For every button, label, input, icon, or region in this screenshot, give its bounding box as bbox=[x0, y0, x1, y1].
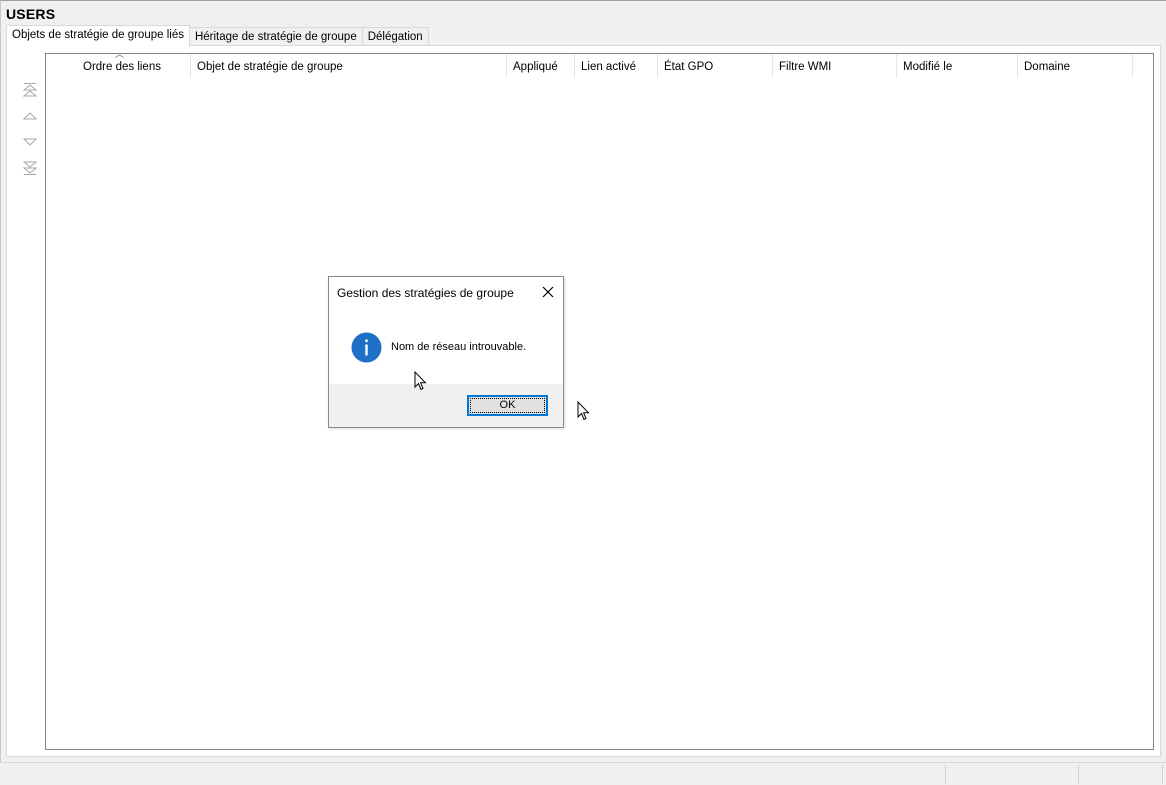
move-down-button[interactable] bbox=[21, 130, 39, 156]
column-header-enforced[interactable]: Appliqué bbox=[507, 54, 575, 78]
dialog-message: Nom de réseau introuvable. bbox=[391, 341, 527, 353]
move-to-bottom-button[interactable] bbox=[21, 156, 39, 182]
dialog-footer: OK bbox=[329, 384, 563, 427]
dialog-title: Gestion des stratégies de groupe bbox=[337, 286, 514, 300]
ok-button[interactable]: OK bbox=[467, 395, 548, 416]
container-title: USERS bbox=[6, 6, 56, 22]
move-to-top-icon bbox=[22, 82, 38, 101]
focus-rect bbox=[470, 398, 545, 413]
list-header: ︿ Ordre des liens Objet de stratégie de … bbox=[46, 49, 1153, 78]
linked-gpo-list[interactable]: ︿ Ordre des liens Objet de stratégie de … bbox=[45, 49, 1154, 750]
tab-linked-gpos[interactable]: Objets de stratégie de groupe liés bbox=[6, 25, 190, 47]
close-icon[interactable] bbox=[541, 285, 555, 299]
column-header-modified[interactable]: Modifié le bbox=[897, 54, 1018, 78]
move-down-icon bbox=[22, 136, 38, 150]
column-header-gpo-status[interactable]: État GPO bbox=[658, 54, 773, 78]
gpo-links-window: USERS Objets de stratégie de groupe liés… bbox=[0, 0, 1166, 762]
move-up-icon bbox=[22, 110, 38, 124]
error-dialog: Gestion des stratégies de groupe Nom de … bbox=[328, 276, 564, 428]
mouse-cursor-icon bbox=[577, 400, 591, 421]
column-header-wmi-filter[interactable]: Filtre WMI bbox=[773, 54, 897, 78]
sort-ascending-icon: ︿ bbox=[115, 49, 125, 59]
mouse-cursor-icon bbox=[414, 370, 428, 391]
column-header-link-order[interactable]: ︿ Ordre des liens bbox=[46, 49, 191, 78]
status-separator bbox=[1078, 765, 1079, 784]
link-order-buttons bbox=[21, 78, 39, 182]
column-header-gpo[interactable]: Objet de stratégie de groupe bbox=[191, 54, 507, 78]
status-bar bbox=[0, 762, 1166, 785]
move-to-bottom-icon bbox=[22, 160, 38, 179]
tab-delegation[interactable]: Délégation bbox=[361, 27, 429, 47]
column-header-domain[interactable]: Domaine bbox=[1018, 54, 1133, 78]
tab-gpo-inheritance[interactable]: Héritage de stratégie de groupe bbox=[188, 27, 363, 47]
tab-strip: Objets de stratégie de groupe liés Hérit… bbox=[6, 25, 429, 47]
move-to-top-button[interactable] bbox=[21, 78, 39, 104]
move-up-button[interactable] bbox=[21, 104, 39, 130]
info-icon bbox=[351, 332, 382, 363]
column-header-link-enabled[interactable]: Lien activé bbox=[575, 54, 658, 78]
status-separator bbox=[945, 765, 946, 784]
status-separator bbox=[1162, 765, 1163, 784]
